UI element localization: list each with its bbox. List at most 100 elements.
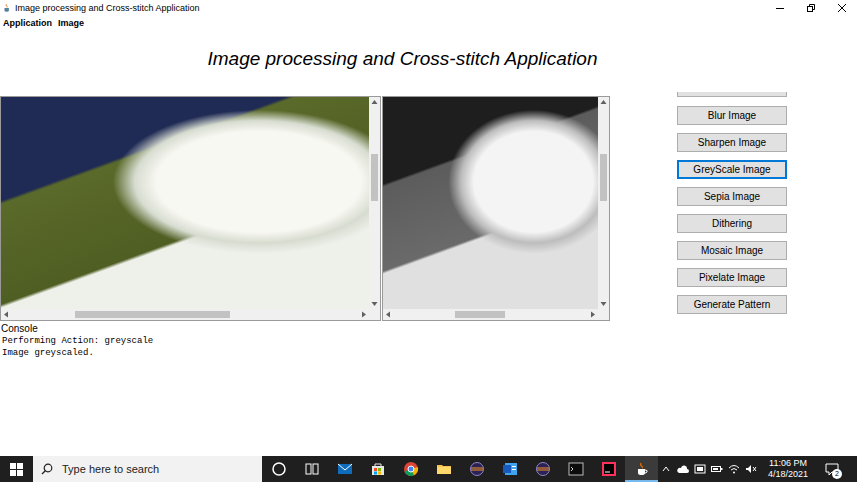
taskbar-app[interactable] [526,456,559,482]
title-bar[interactable]: Image processing and Cross-stitch Applic… [0,0,857,16]
taskbar-app[interactable] [559,456,592,482]
mail-icon [337,461,353,477]
console-line: Image greyscaled. [1,347,857,359]
taskbar-app[interactable] [427,456,460,482]
arrow-up-icon [369,97,380,108]
taskview-icon [304,461,320,477]
arrow-right-icon [587,309,598,320]
search-box[interactable]: Type here to search [33,456,262,482]
close-button[interactable] [826,0,857,16]
action-button[interactable]: Pixelate Image [677,268,787,287]
search-placeholder: Type here to search [62,463,159,475]
clipped-button[interactable] [677,92,787,97]
onedrive-tray[interactable] [677,463,689,475]
vertical-scrollbar[interactable] [598,97,609,309]
arrow-down-icon [369,298,380,309]
action-button[interactable]: Mosaic Image [677,241,787,260]
taskbar-app[interactable] [361,456,394,482]
start-button[interactable] [0,456,33,482]
volume-tray[interactable] [745,463,757,475]
image-view [383,97,598,309]
word-icon [502,461,518,477]
vertical-scroll-thumb[interactable] [600,154,607,201]
tray-expand[interactable] [660,463,672,475]
menu-item[interactable]: Application [3,18,52,28]
horizontal-scroll-thumb[interactable] [455,311,505,318]
horizontal-scroll-thumb[interactable] [75,311,230,318]
horizontal-scrollbar[interactable] [383,309,598,320]
console-label: Console [1,323,857,335]
taskbar: Type here to search 11:06 PM4/18/2021 2 [0,456,857,482]
taskbar-app[interactable] [295,456,328,482]
taskbar-app[interactable] [493,456,526,482]
action-buttons: Blur Image Sharpen Image GreyScale Image Se… [677,92,787,321]
speaker-muted-icon [745,464,757,474]
battery-icon [711,464,723,474]
taskbar-app[interactable] [262,456,295,482]
minimize-button[interactable] [764,0,795,16]
taskbar-app[interactable] [592,456,625,482]
scroll-left-button[interactable] [383,309,394,320]
notification-count: 2 [832,469,842,479]
chevron-up-icon [661,464,671,474]
action-button[interactable]: Sharpen Image [677,133,787,152]
arrow-left-icon [383,309,394,320]
arrow-left-icon [1,309,12,320]
clock-date: 4/18/2021 [768,469,808,480]
clock[interactable]: 11:06 PM4/18/2021 [762,458,814,480]
window-title: Image processing and Cross-stitch Applic… [15,3,200,13]
action-button[interactable]: Blur Image [677,106,787,125]
vertical-scroll-thumb[interactable] [371,154,378,201]
windows-logo-icon [10,463,23,476]
vertical-scrollbar[interactable] [369,97,380,309]
cortana-icon [271,461,287,477]
horizontal-scroll-track[interactable] [12,309,358,320]
taskbar-app[interactable] [460,456,493,482]
restore-button[interactable] [795,0,826,16]
scroll-down-button[interactable] [598,298,609,309]
system-tray: 11:06 PM4/18/2021 2 [660,456,857,482]
scroll-right-button[interactable] [587,309,598,320]
taskbar-app[interactable] [328,456,361,482]
battery-tray[interactable] [711,463,723,475]
minimize-icon [775,3,785,13]
files-icon [436,461,452,477]
eclipse-icon [535,461,551,477]
close-icon [837,3,847,13]
action-button[interactable]: GreyScale Image [677,160,787,179]
app-window: Image processing and Cross-stitch Applic… [0,0,857,456]
console-line: Performing Action: greyscale [1,335,857,347]
action-button[interactable]: Dithering [677,214,787,233]
notification-button[interactable]: 2 [819,456,845,482]
arrow-down-icon [598,298,609,309]
arrow-up-icon [598,97,609,108]
app-tray[interactable] [694,463,706,475]
image-view [1,97,369,309]
taskbar-app[interactable] [394,456,427,482]
horizontal-scrollbar[interactable] [1,309,369,320]
scroll-up-button[interactable] [598,97,609,108]
taskbar-app[interactable] [625,456,658,482]
java-app-icon [2,3,12,13]
menu-item[interactable]: Image [58,18,84,28]
search-icon [41,463,53,475]
network-tray[interactable] [728,463,740,475]
clock-time: 11:06 PM [769,458,807,469]
window-icon [694,464,706,474]
scroll-right-button[interactable] [358,309,369,320]
vertical-scroll-track[interactable] [369,108,380,298]
vertical-scroll-track[interactable] [598,108,609,298]
scroll-corner [598,309,609,320]
app-heading: Image processing and Cross-stitch Applic… [0,30,805,96]
scroll-up-button[interactable] [369,97,380,108]
java-icon [634,461,650,477]
store-icon [370,461,386,477]
horizontal-scroll-track[interactable] [394,309,587,320]
action-button[interactable]: Sepia Image [677,187,787,206]
action-button[interactable]: Generate Pattern [677,295,787,314]
scroll-left-button[interactable] [1,309,12,320]
cmd-icon [568,461,584,477]
scroll-corner [369,309,380,320]
scroll-down-button[interactable] [369,298,380,309]
image-scroll-pane [0,96,381,321]
